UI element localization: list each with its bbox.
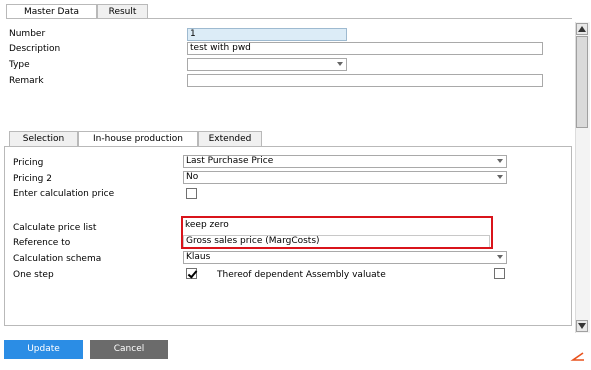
tab-result[interactable]: Result — [97, 4, 148, 19]
calculation-schema-value: Klaus — [186, 252, 211, 262]
scroll-down-button[interactable] — [576, 320, 588, 332]
calculate-price-list-label: Calculate price list — [13, 223, 97, 233]
pricing-2-value: No — [186, 172, 199, 182]
reference-to-label: Reference to — [13, 238, 71, 248]
chevron-down-icon[interactable] — [337, 62, 343, 66]
one-step-checkbox[interactable] — [186, 268, 198, 279]
orange-corner-mark-icon — [570, 352, 584, 361]
chevron-down-icon[interactable] — [497, 175, 503, 179]
dependent-assembly-checkbox[interactable] — [494, 268, 505, 279]
tab-in-house-production[interactable]: In-house production — [78, 131, 198, 146]
scroll-up-button[interactable] — [576, 23, 588, 35]
calculation-schema-label: Calculation schema — [13, 254, 102, 264]
enter-calculation-price-label: Enter calculation price — [13, 189, 115, 199]
update-button[interactable]: Update — [4, 340, 83, 359]
enter-calculation-price-checkbox[interactable] — [186, 188, 197, 199]
description-label: Description — [9, 44, 61, 54]
pricing-value: Last Purchase Price — [186, 156, 274, 166]
tab-selection[interactable]: Selection — [9, 131, 78, 146]
chevron-down-icon[interactable] — [497, 159, 503, 163]
tab-master-data[interactable]: Master Data — [6, 4, 97, 19]
pricing-combo[interactable]: Last Purchase Price — [183, 155, 507, 168]
remark-label: Remark — [9, 76, 44, 86]
calculation-schema-combo[interactable]: Klaus — [183, 251, 507, 264]
scroll-thumb[interactable] — [576, 36, 588, 128]
tab-extended[interactable]: Extended — [198, 131, 262, 146]
type-label: Type — [9, 60, 30, 70]
number-label: Number — [9, 29, 46, 39]
pricing-2-label: Pricing 2 — [13, 174, 52, 184]
description-field[interactable]: test with pwd — [187, 42, 543, 55]
pricing-2-combo[interactable]: No — [183, 171, 507, 184]
highlight-box — [181, 216, 493, 249]
remark-field[interactable] — [187, 74, 543, 87]
type-combo[interactable] — [187, 58, 347, 71]
cancel-button[interactable]: Cancel — [90, 340, 168, 359]
triangle-down-icon — [578, 323, 586, 329]
dependent-assembly-label: Thereof dependent Assembly valuate — [217, 270, 386, 280]
number-field[interactable]: 1 — [187, 28, 347, 41]
pricing-label: Pricing — [13, 158, 44, 168]
chevron-down-icon[interactable] — [497, 255, 503, 259]
one-step-label: One step — [13, 270, 54, 280]
triangle-up-icon — [578, 26, 586, 32]
checkmark-icon — [187, 268, 198, 279]
tab-bar-divider — [6, 18, 572, 19]
